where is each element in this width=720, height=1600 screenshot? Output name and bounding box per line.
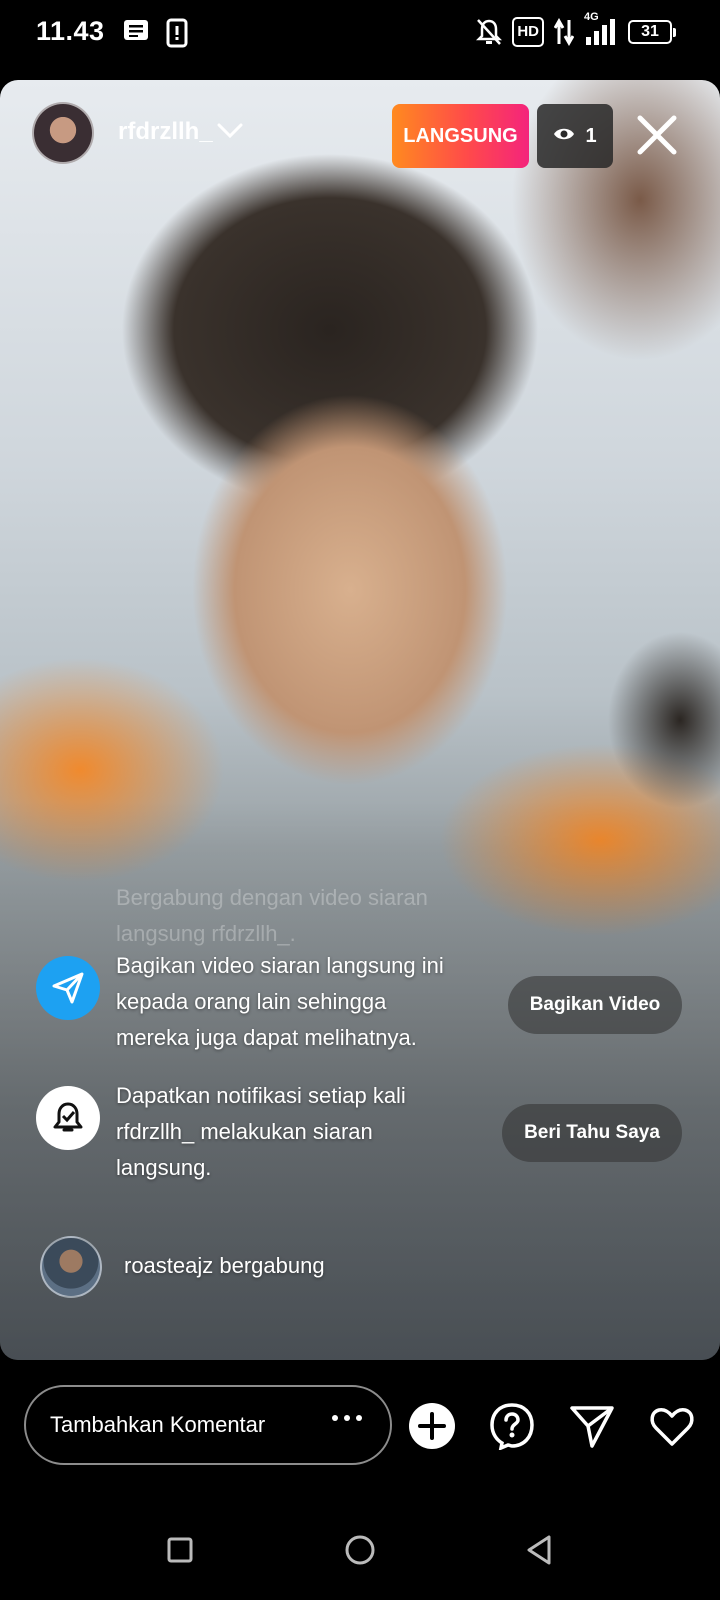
mute-notifications-icon	[476, 17, 503, 47]
question-icon[interactable]	[488, 1402, 536, 1451]
share-video-button[interactable]: Bagikan Video	[508, 976, 682, 1034]
back-icon[interactable]	[522, 1532, 558, 1568]
message-icon	[122, 18, 150, 49]
status-time: 11.43	[36, 16, 105, 46]
recent-apps-icon[interactable]	[162, 1532, 198, 1568]
home-icon[interactable]	[342, 1532, 378, 1568]
comment-placeholder: Tambahkan Komentar	[50, 1412, 266, 1437]
host-avatar[interactable]	[32, 102, 94, 164]
live-badge: LANGSUNG	[392, 104, 529, 168]
viewer-count: 1	[585, 124, 597, 147]
more-options-icon[interactable]	[332, 1415, 362, 1421]
add-icon[interactable]	[408, 1402, 456, 1450]
notify-me-button[interactable]: Beri Tahu Saya	[502, 1104, 682, 1162]
battery-icon: 31	[628, 20, 676, 44]
data-arrows-icon	[554, 17, 574, 47]
share-send-icon	[36, 956, 100, 1020]
status-bar: 11.43 HD 4G 31	[0, 0, 720, 66]
share-message: Bagikan video siaran langsung ini kepada…	[116, 953, 444, 1050]
joined-message: roasteajz bergabung	[124, 1253, 325, 1278]
hd-icon: HD	[512, 17, 544, 47]
eye-icon	[553, 125, 575, 148]
host-username[interactable]: rfdrzllh_	[118, 118, 213, 146]
faded-feed-message: Bergabung dengan video siaran langsung r…	[116, 885, 428, 946]
close-icon[interactable]	[634, 112, 680, 158]
notify-feed-row: Dapatkan notifikasi setiap kali rfdrzllh…	[36, 1083, 406, 1180]
notify-message: Dapatkan notifikasi setiap kali rfdrzllh…	[116, 1083, 406, 1180]
bell-check-icon	[36, 1086, 100, 1150]
share-feed-row: Bagikan video siaran langsung ini kepada…	[36, 953, 444, 1050]
joined-user-avatar[interactable]	[40, 1236, 102, 1298]
sim-icon	[166, 18, 188, 53]
viewer-count-badge[interactable]: 1	[537, 104, 613, 168]
comment-input[interactable]: Tambahkan Komentar	[24, 1385, 392, 1465]
live-video[interactable]: rfdrzllh_ LANGSUNG 1 Bergabung dengan vi…	[0, 80, 720, 1360]
chevron-down-icon[interactable]	[216, 122, 244, 145]
network-label: 4G	[584, 11, 599, 23]
4g-signal-icon: 4G	[584, 11, 618, 47]
heart-icon[interactable]	[648, 1402, 696, 1450]
send-icon[interactable]	[568, 1402, 616, 1450]
